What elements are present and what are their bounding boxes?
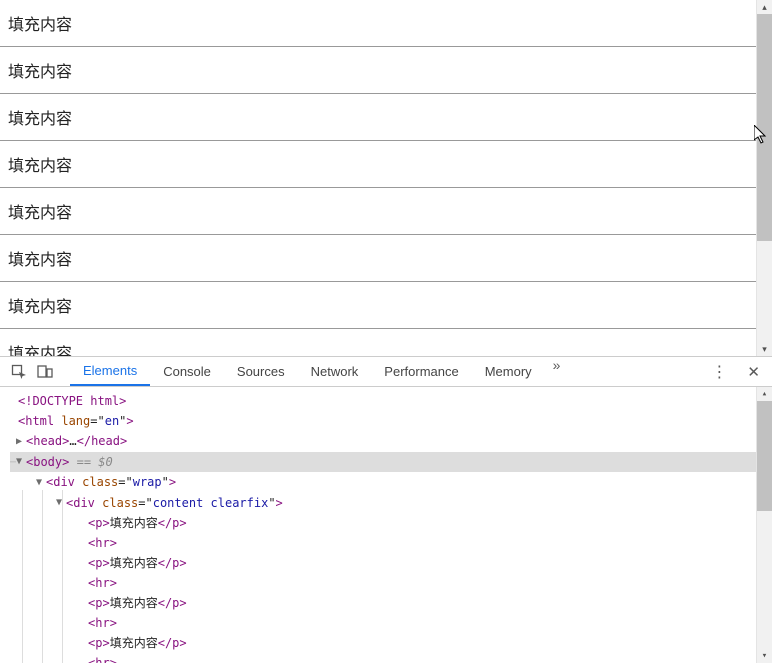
scroll-up-icon[interactable]: ▴ [757,387,772,401]
devtools-scrollbar[interactable]: ▴ ▾ [756,387,772,663]
inspect-element-icon[interactable] [6,359,32,385]
tab-memory[interactable]: Memory [472,357,545,386]
dom-p[interactable]: <p>填充内容</p> [10,553,772,573]
expand-arrow-icon[interactable] [16,432,26,452]
scroll-down-icon[interactable]: ▾ [757,649,772,663]
dom-p[interactable]: <p>填充内容</p> [10,593,772,613]
content-row: 填充内容 [0,188,772,234]
tab-sources[interactable]: Sources [224,357,298,386]
scroll-up-icon[interactable]: ▴ [757,0,772,14]
dom-doctype[interactable]: <!DOCTYPE html> [10,391,772,411]
dom-div-content[interactable]: <div class="content clearfix"> [10,493,772,514]
tab-network[interactable]: Network [298,357,372,386]
elements-tree[interactable]: <!DOCTYPE html> <html lang="en"> <head>…… [0,387,772,663]
expand-arrow-icon[interactable] [36,473,46,493]
close-icon[interactable]: ✕ [741,363,766,381]
content-row: 填充内容 [0,282,772,328]
content-row: 填充内容 [0,0,772,46]
devtools-toolbar: Elements Console Sources Network Perform… [0,357,772,387]
tab-console[interactable]: Console [150,357,224,386]
page-scrollbar[interactable]: ▴ ▾ [756,0,772,356]
content-row: 填充内容 [0,235,772,281]
scroll-down-icon[interactable]: ▾ [757,342,772,356]
dom-hr[interactable]: <hr> [10,653,772,663]
dom-div-wrap[interactable]: <div class="wrap"> [10,472,772,493]
content-row: 填充内容 [0,329,772,356]
tab-elements[interactable]: Elements [70,357,150,386]
dom-body-selected[interactable]: ⋯<body> == $0 [10,452,772,473]
dom-hr[interactable]: <hr> [10,573,772,593]
devtools-tabs: Elements Console Sources Network Perform… [70,357,568,386]
dom-head[interactable]: <head>…</head> [10,431,772,452]
content-row: 填充内容 [0,94,772,140]
more-icon[interactable]: ⋮ [703,362,735,382]
dom-p[interactable]: <p>填充内容</p> [10,633,772,653]
dom-hr[interactable]: <hr> [10,613,772,633]
expand-arrow-icon[interactable] [56,493,66,513]
tabs-overflow-icon[interactable]: » [545,357,569,386]
content-row: 填充内容 [0,47,772,93]
dom-p[interactable]: <p>填充内容</p> [10,513,772,533]
scroll-thumb[interactable] [757,401,772,511]
dom-hr[interactable]: <hr> [10,533,772,553]
tab-performance[interactable]: Performance [371,357,471,386]
devtools-panel: Elements Console Sources Network Perform… [0,356,772,663]
scroll-thumb[interactable] [757,14,772,241]
page-content: 填充内容 填充内容 填充内容 填充内容 填充内容 填充内容 填充内容 填充内容 … [0,0,772,356]
content-row: 填充内容 [0,141,772,187]
device-toolbar-icon[interactable] [32,359,58,385]
dom-html[interactable]: <html lang="en"> [10,411,772,431]
